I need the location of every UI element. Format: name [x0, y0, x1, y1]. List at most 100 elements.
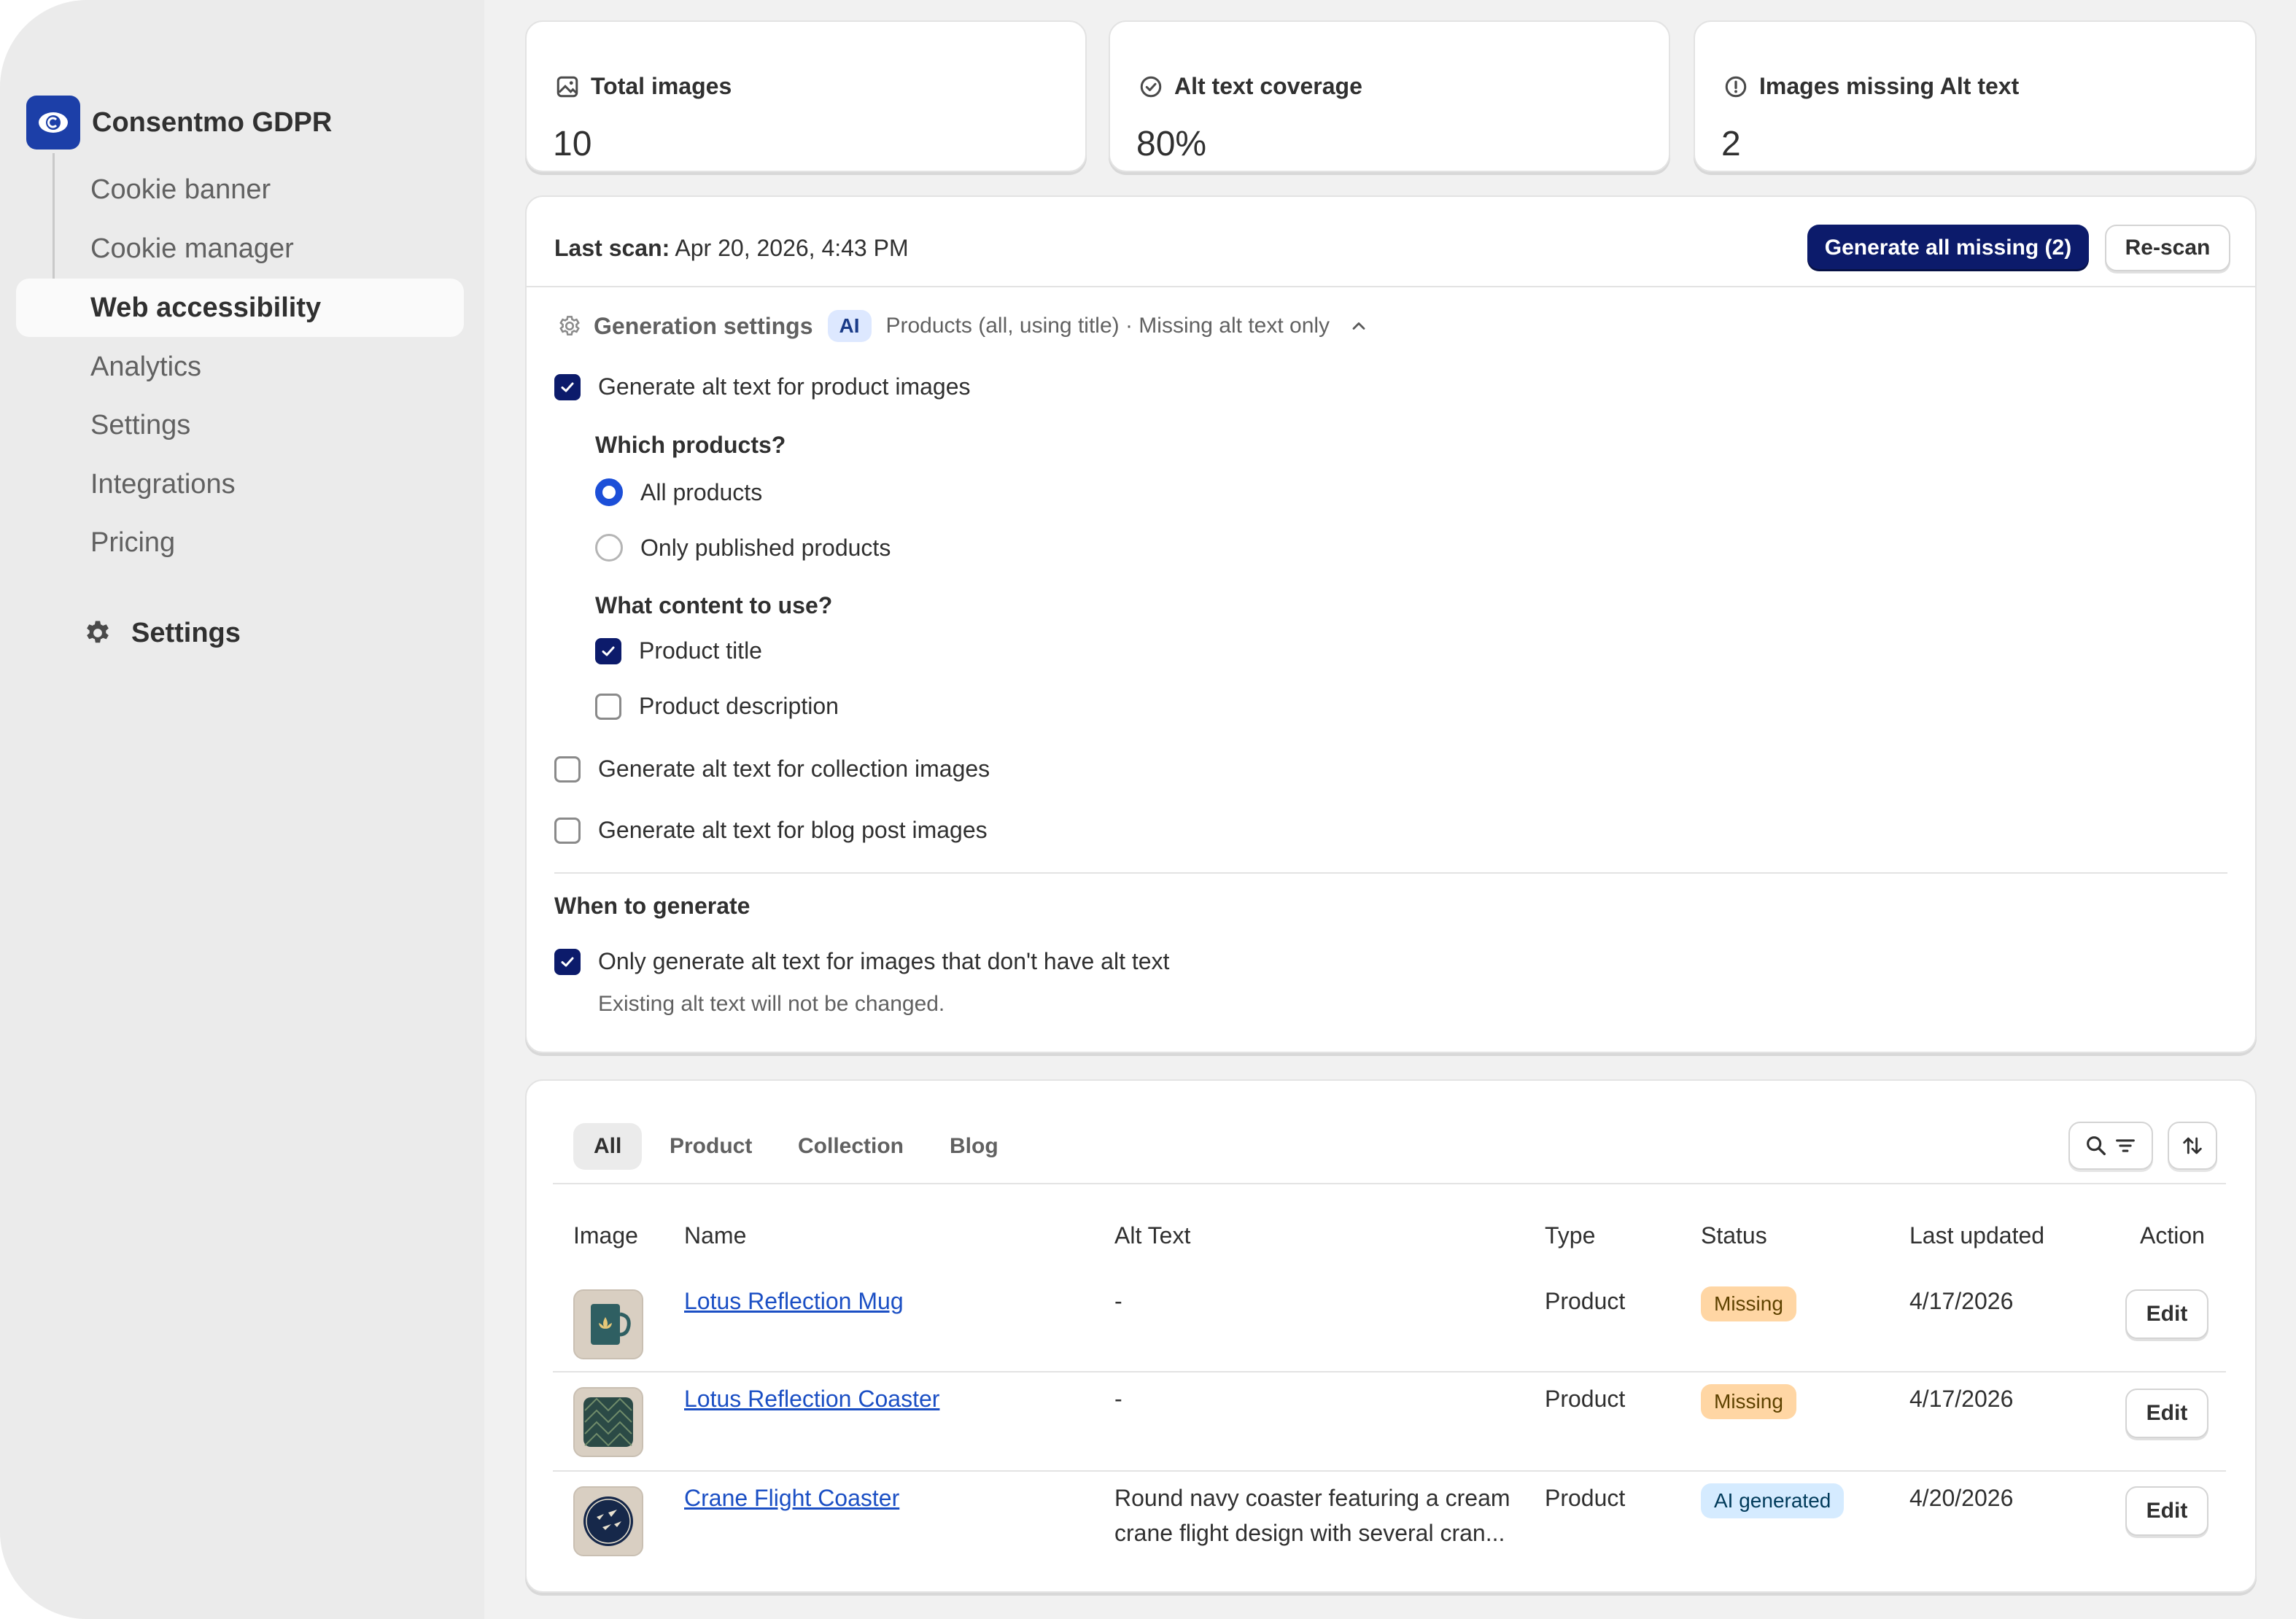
product-thumbnail [573, 1387, 643, 1457]
edit-button[interactable]: Edit [2125, 1289, 2208, 1339]
checkmark-icon [602, 646, 615, 656]
tab-blog[interactable]: Blog [929, 1123, 1019, 1170]
sidebar-item-settings[interactable]: Settings [90, 403, 190, 447]
row-divider [553, 1470, 2226, 1472]
published-products-option[interactable]: Only published products [595, 534, 891, 562]
row-divider [553, 1371, 2226, 1373]
stat-title: Total images [554, 73, 732, 100]
mug-image-icon [575, 1291, 642, 1358]
row-alt-text: - [1114, 1386, 1122, 1412]
edit-button[interactable]: Edit [2125, 1389, 2208, 1438]
sidebar-item-web-accessibility[interactable]: Web accessibility [90, 286, 321, 330]
stat-title: Images missing Alt text [1723, 73, 2019, 100]
status-badge: AI generated [1701, 1483, 1845, 1518]
rescan-button[interactable]: Re-scan [2105, 225, 2230, 271]
chevron-up-icon [1352, 322, 1365, 330]
product-images-label: Generate alt text for product images [598, 373, 971, 400]
column-header-alt-text: Alt Text [1114, 1222, 1191, 1249]
app-header[interactable]: Consentmo GDPR [26, 96, 333, 150]
column-header-status: Status [1701, 1222, 1767, 1249]
last-scan-value: Apr 20, 2026, 4:43 PM [675, 235, 909, 261]
app-name: Consentmo GDPR [92, 106, 333, 138]
sidebar-item-cookie-banner[interactable]: Cookie banner [90, 168, 271, 211]
app-frame: Consentmo GDPR Cookie banner Cookie mana… [0, 0, 2296, 1619]
blog-images-option[interactable]: Generate alt text for blog post images [554, 817, 988, 844]
stat-label: Alt text coverage [1174, 73, 1362, 99]
search-icon [2087, 1136, 2106, 1156]
all-products-option[interactable]: All products [595, 478, 762, 506]
last-scan: Last scan: Apr 20, 2026, 4:43 PM [554, 235, 909, 262]
stat-title: Alt text coverage [1138, 73, 1362, 100]
search-filter-button[interactable] [2068, 1122, 2153, 1170]
product-images-option[interactable]: Generate alt text for product images [554, 373, 970, 400]
sort-arrows-icon [2183, 1137, 2202, 1154]
sidebar-settings-label: Settings [131, 617, 241, 648]
product-title-label: Product title [639, 637, 762, 664]
coaster-image-icon [575, 1389, 642, 1456]
sort-button[interactable] [2168, 1122, 2217, 1170]
product-title-checkbox[interactable] [595, 637, 621, 664]
row-alt-text: - [1114, 1288, 1122, 1314]
row-name[interactable]: Lotus Reflection Mug [684, 1288, 904, 1315]
gear-icon [87, 621, 109, 643]
generation-summary: Products (all, using title) · Missing al… [885, 314, 1330, 338]
status-badge: Missing [1701, 1286, 1796, 1321]
check-circle-icon [1140, 76, 1162, 97]
stat-card-total-images: Total images 10 [525, 20, 1087, 172]
coaster-image-icon [575, 1488, 642, 1555]
column-header-image: Image [573, 1222, 638, 1249]
product-link[interactable]: Crane Flight Coaster [684, 1485, 899, 1511]
collection-images-option[interactable]: Generate alt text for collection images [554, 756, 990, 783]
row-name[interactable]: Crane Flight Coaster [684, 1485, 899, 1512]
product-description-option[interactable]: Product description [595, 693, 839, 720]
row-name[interactable]: Lotus Reflection Coaster [684, 1386, 939, 1413]
stat-value: 2 [1721, 125, 1741, 163]
only-missing-option[interactable]: Only generate alt text for images that d… [554, 948, 1169, 975]
product-images-checkbox[interactable] [554, 373, 581, 400]
all-products-label: All products [640, 478, 763, 505]
tab-product[interactable]: Product [649, 1123, 772, 1170]
product-link[interactable]: Lotus Reflection Coaster [684, 1386, 939, 1412]
only-missing-help: Existing alt text will not be changed. [598, 992, 945, 1016]
which-products-heading: Which products? [595, 432, 786, 458]
consentmo-logo-icon [26, 96, 80, 150]
generate-all-missing-button[interactable]: Generate all missing (2) [1807, 225, 2089, 271]
sidebar: Consentmo GDPR Cookie banner Cookie mana… [0, 0, 484, 1619]
blog-images-label: Generate alt text for blog post images [598, 817, 988, 843]
edit-button[interactable]: Edit [2125, 1486, 2208, 1536]
filter-lines-icon [2116, 1139, 2135, 1152]
collection-images-checkbox[interactable] [554, 756, 581, 783]
tab-collection[interactable]: Collection [777, 1123, 924, 1170]
sidebar-settings-link[interactable]: Settings [82, 610, 241, 656]
generation-settings-card: Last scan: Apr 20, 2026, 4:43 PM Generat… [525, 195, 2257, 1053]
sidebar-item-analytics[interactable]: Analytics [90, 345, 201, 389]
published-products-label: Only published products [640, 534, 891, 561]
only-missing-checkbox[interactable] [554, 948, 581, 975]
ai-badge: AI [827, 310, 872, 342]
column-header-type: Type [1545, 1222, 1596, 1249]
stat-value: 80% [1136, 125, 1207, 163]
row-type: Product [1545, 1386, 1626, 1412]
stat-card-alt-coverage: Alt text coverage 80% [1109, 20, 1670, 172]
product-title-option[interactable]: Product title [595, 637, 762, 664]
column-header-name: Name [684, 1222, 747, 1249]
checkmark-icon [561, 957, 574, 966]
row-last-updated: 4/20/2026 [1909, 1485, 2014, 1511]
generation-settings-toggle[interactable]: Generation settings AI Products (all, us… [556, 308, 1369, 344]
sidebar-item-cookie-manager[interactable]: Cookie manager [90, 227, 294, 271]
collection-images-label: Generate alt text for collection images [598, 756, 990, 782]
blog-images-checkbox[interactable] [554, 817, 581, 844]
sidebar-item-integrations[interactable]: Integrations [90, 462, 236, 506]
product-thumbnail [573, 1289, 643, 1359]
sidebar-item-pricing[interactable]: Pricing [90, 521, 175, 564]
product-description-label: Product description [639, 693, 839, 719]
tab-all[interactable]: All [573, 1123, 643, 1170]
row-type: Product [1545, 1485, 1626, 1511]
product-description-checkbox[interactable] [595, 693, 621, 720]
published-products-radio[interactable] [595, 534, 623, 562]
product-link[interactable]: Lotus Reflection Mug [684, 1288, 904, 1314]
stat-card-images-missing: Images missing Alt text 2 [1694, 20, 2257, 172]
generation-settings-title: Generation settings [594, 312, 813, 339]
all-products-radio[interactable] [595, 478, 623, 506]
alt-text-line: Round navy coaster featuring a cream [1114, 1485, 1510, 1511]
